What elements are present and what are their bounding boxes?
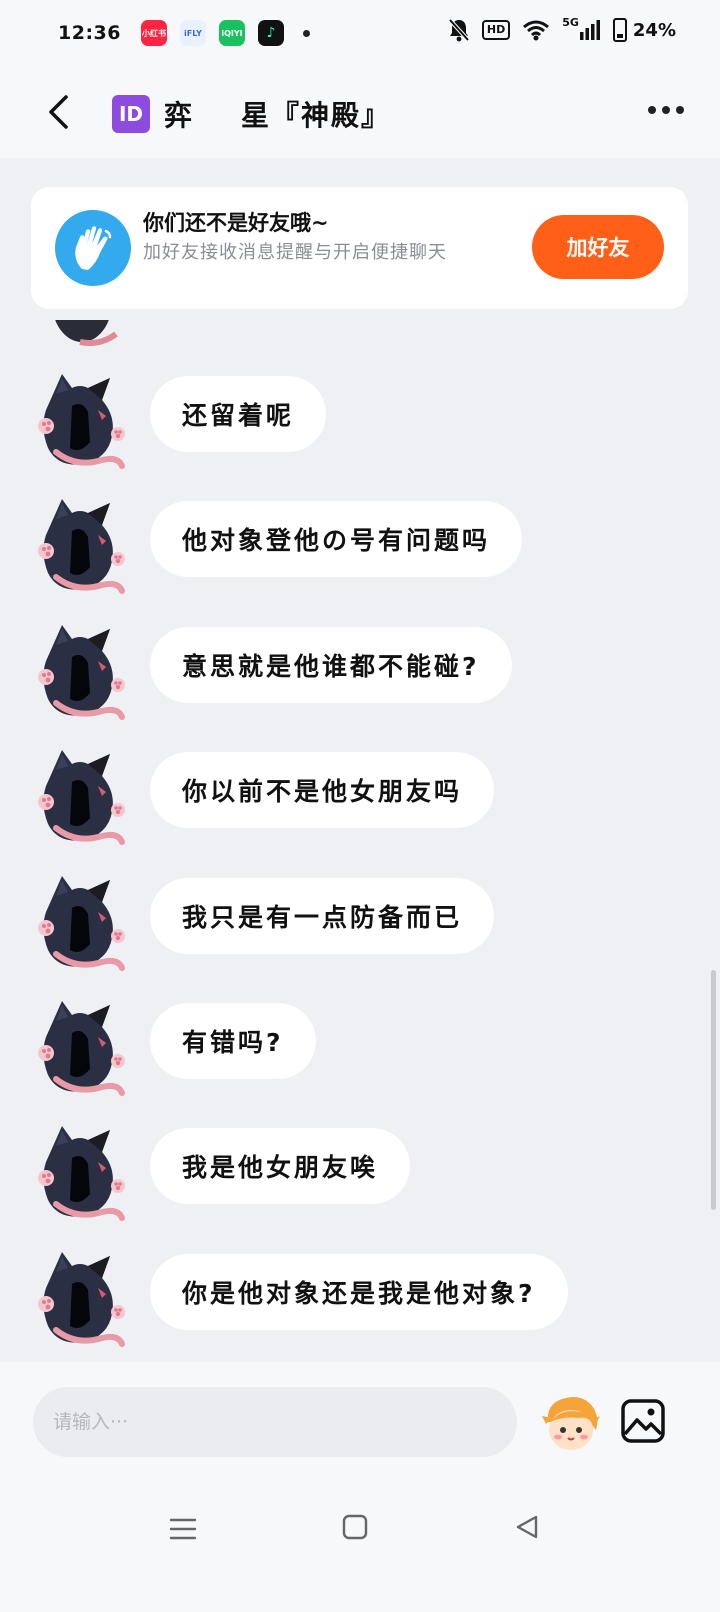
status-time: 12:36 (58, 22, 121, 44)
message-bubble[interactable]: 我只是有一点防备而已 (150, 878, 495, 954)
composer-bar (0, 1362, 720, 1492)
avatar[interactable] (32, 623, 128, 723)
mute-bell-icon (448, 18, 470, 42)
notification-dot (302, 29, 310, 37)
scrollbar[interactable] (711, 970, 716, 1210)
message-bubble[interactable]: 还留着呢 (150, 376, 327, 452)
banner-title: 你们还不是好友哦~ (143, 211, 329, 235)
message-bubble[interactable]: 你是他对象还是我是他对象? (150, 1254, 568, 1330)
app-icon-ifly: iFLY (179, 20, 206, 46)
more-dot (648, 106, 656, 114)
avatar-partial (55, 320, 118, 346)
chevron-left-icon (49, 95, 68, 129)
app-icon-red: 小红书 (140, 20, 167, 46)
message-bubble[interactable]: 意思就是他谁都不能碰? (150, 627, 512, 703)
chat-header: ID 弈 星『神殿』 (0, 66, 720, 158)
waving-hand-icon (55, 210, 131, 286)
message-bubble[interactable]: 我是他女朋友唉 (150, 1128, 411, 1204)
hd-badge: HD (481, 20, 511, 40)
avatar[interactable] (32, 999, 128, 1099)
avatar[interactable] (32, 1124, 128, 1224)
message-list[interactable]: 还留着呢 他对象登他の号有问题吗 意思就是他谁都不能碰? 你以前不是他女朋友吗 … (0, 320, 720, 1402)
battery-percent: 24% (632, 19, 676, 41)
home-icon[interactable] (340, 1512, 370, 1542)
message-row: 还留着呢 (0, 372, 720, 472)
recent-apps-icon[interactable] (168, 1514, 198, 1544)
message-input[interactable] (33, 1387, 517, 1457)
message-bubble[interactable]: 有错吗? (150, 1003, 316, 1079)
avatar[interactable] (32, 372, 128, 472)
app-icon-tiktok: ♪ (257, 20, 284, 46)
back-triangle-icon[interactable] (512, 1512, 542, 1542)
message-row: 我只是有一点防备而已 (0, 874, 720, 974)
system-nav-bar (0, 1492, 720, 1612)
status-bar: 12:36 小红书 iFLY iQIYI ♪ HD 5G 24% (0, 0, 720, 66)
more-options-button[interactable] (648, 106, 684, 114)
battery-icon (612, 18, 627, 42)
message-row: 你以前不是他女朋友吗 (0, 748, 720, 848)
sticker-icon[interactable] (540, 1392, 602, 1454)
banner-subtitle: 加好友接收消息提醒与开启便捷聊天 (143, 242, 447, 263)
wifi-icon (523, 20, 550, 41)
message-bubble[interactable]: 你以前不是他女朋友吗 (150, 752, 495, 828)
image-icon[interactable] (620, 1398, 666, 1444)
message-row: 你是他对象还是我是他对象? (0, 1250, 720, 1350)
app-icon-iqiyi: iQIYI (218, 20, 245, 46)
chat-title: 弈 星『神殿』 (164, 99, 391, 132)
add-friend-button[interactable]: 加好友 (532, 215, 664, 279)
avatar[interactable] (32, 748, 128, 848)
back-button[interactable] (38, 88, 78, 136)
add-friend-banner: 你们还不是好友哦~ 加好友接收消息提醒与开启便捷聊天 加好友 (31, 187, 688, 309)
more-dot (676, 106, 684, 114)
chat-title-wrap[interactable]: ID 弈 星『神殿』 (112, 94, 391, 134)
message-row: 有错吗? (0, 999, 720, 1099)
message-bubble[interactable]: 他对象登他の号有问题吗 (150, 501, 523, 577)
more-dot (662, 106, 670, 114)
message-row: 意思就是他谁都不能碰? (0, 623, 720, 723)
status-indicators: HD 5G 24% (448, 15, 676, 42)
avatar[interactable] (32, 497, 128, 597)
message-row: 我是他女朋友唉 (0, 1124, 720, 1224)
message-row: 他对象登他の号有问题吗 (0, 497, 720, 597)
avatar[interactable] (32, 874, 128, 974)
cell-signal-icon (579, 20, 600, 40)
id-badge: ID (112, 95, 150, 133)
avatar[interactable] (32, 1250, 128, 1350)
signal-label: 5G (562, 15, 579, 29)
